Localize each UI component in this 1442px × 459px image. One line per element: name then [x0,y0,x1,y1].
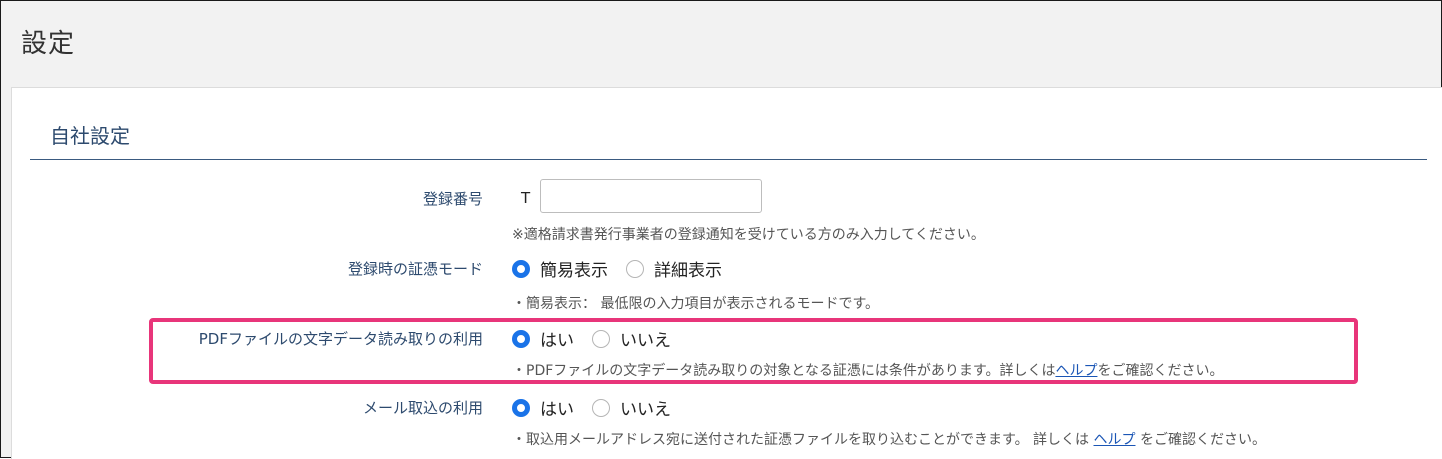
note-text: をご確認ください。 [1135,432,1266,448]
radio-unselected-icon[interactable] [592,398,610,417]
radio-label: はい [540,400,574,420]
radio-pdf-yes[interactable]: はい [512,326,574,351]
pdf-text-read-label: PDFファイルの文字データ読み取りの利用 [198,330,483,348]
note-text: ・PDFファイルの文字データ読み取りの対象となる証憑には条件があります。詳しくは [512,363,1056,379]
page-title: 設定 [21,29,76,59]
registration-number-label: 登録番号 [422,190,483,208]
radio-unselected-icon[interactable] [592,329,610,348]
note-text: をご確認ください。 [1097,363,1224,379]
radio-unselected-icon[interactable] [626,259,644,278]
mail-import-label: メール取込の利用 [362,399,483,417]
voucher-mode-radio-group: 簡易表示 詳細表示 [512,256,740,281]
pdf-text-read-radio-group: はい いいえ [512,326,689,351]
settings-window: 設定 自社設定 登録番号 T ※適格請求書発行事業者の登録通知を受けている方のみ… [0,0,1442,459]
voucher-mode-label: 登録時の証憑モード [347,260,483,278]
radio-label: はい [540,331,574,351]
company-settings-panel: 自社設定 登録番号 T ※適格請求書発行事業者の登録通知を受けている方のみ入力し… [11,87,1442,459]
radio-mail-no[interactable]: いいえ [592,395,671,420]
radio-label: 簡易表示 [540,261,608,281]
radio-label: いいえ [620,331,671,351]
radio-selected-icon[interactable] [512,259,530,278]
radio-label: 詳細表示 [654,261,722,281]
pdf-text-read-note: ・PDFファイルの文字データ読み取りの対象となる証憑には条件があります。詳しくは… [512,360,1223,380]
note-text: ・取込用メールアドレス宛に送付された証憑ファイルを取り込むことができます。 詳し… [512,432,1094,448]
radio-simple-display[interactable]: 簡易表示 [512,256,608,281]
radio-selected-icon[interactable] [512,398,530,417]
help-link[interactable]: ヘルプ [1055,363,1097,379]
help-link[interactable]: ヘルプ [1094,432,1136,448]
radio-detailed-display[interactable]: 詳細表示 [626,256,722,281]
radio-label: いいえ [620,400,671,420]
registration-number-note: ※適格請求書発行事業者の登録通知を受けている方のみ入力してください。 [512,227,985,243]
mail-import-note: ・取込用メールアドレス宛に送付された証憑ファイルを取り込むことができます。 詳し… [512,429,1266,449]
radio-pdf-no[interactable]: いいえ [592,326,671,351]
registration-prefix: T [521,189,531,207]
mail-import-radio-group: はい いいえ [512,395,689,420]
radio-mail-yes[interactable]: はい [512,395,574,420]
registration-number-input[interactable] [540,179,762,213]
section-divider [30,159,1427,160]
section-title: 自社設定 [50,124,130,148]
radio-selected-icon[interactable] [512,329,530,348]
voucher-mode-note: ・簡易表示： 最低限の入力項目が表示されるモードです。 [512,296,880,312]
